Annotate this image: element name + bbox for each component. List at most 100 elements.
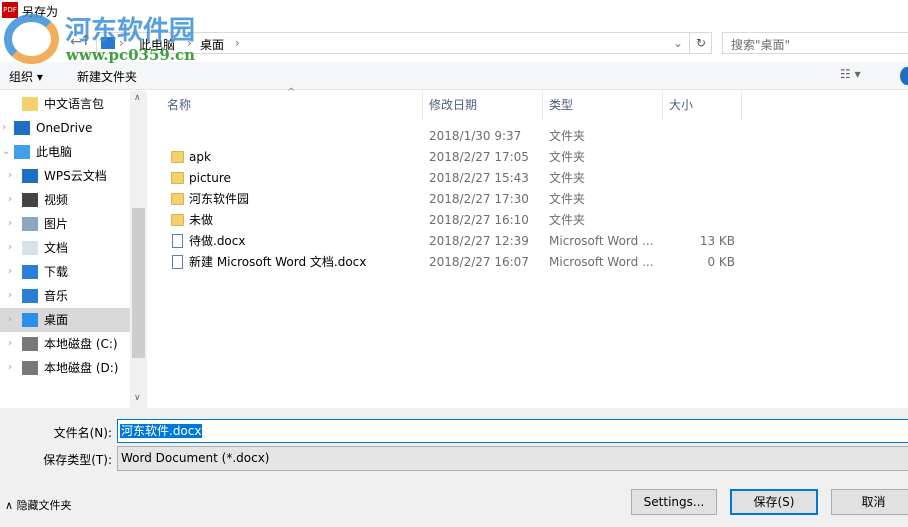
file-type: 文件夹 [549,150,586,164]
nav-item-label: 图片 [44,217,69,231]
file-type: 文件夹 [549,192,586,206]
expand-chevron-icon[interactable]: › [8,260,12,284]
search-input[interactable]: 搜索"桌面" [722,32,908,54]
watermark-url: www.pc0359.cn [66,46,196,64]
video-icon [22,193,38,207]
nav-scrollbar-thumb[interactable] [132,208,145,358]
nav-item[interactable]: › 下载 [0,260,130,284]
folder-icon [171,172,184,184]
word-document-icon [172,255,183,269]
file-type: Microsoft Word ... [549,234,654,248]
navigation-pane: 中文语言包 › OneDrive ⌄ 此电脑 › WPS云文档 › 视频 › 图片 › 文档 › 下载 › 音乐… [0,91,147,408]
folder-icon [171,214,184,226]
cancel-button[interactable]: 取消 [831,489,908,515]
refresh-icon[interactable]: ↻ [689,32,712,54]
nav-item-label: 本地磁盘 (C:) [44,337,118,351]
expand-chevron-icon[interactable]: ⌄ [2,140,10,164]
file-name: 未做 [189,213,214,227]
desktop-icon [22,313,38,327]
hide-folders-label: 隐藏文件夹 [16,499,72,512]
expand-chevron-icon[interactable]: › [8,164,12,188]
file-row[interactable]: 待做.docx 2018/2/27 12:39 Microsoft Word ...… [147,231,747,252]
nav-item[interactable]: › WPS云文档 [0,164,130,188]
file-row[interactable]: 未做 2018/2/27 16:10 文件夹 [147,210,747,231]
word-document-icon [172,234,183,248]
file-row[interactable]: 2018/1/30 9:37 文件夹 [147,126,747,147]
save-button[interactable]: 保存(S) [730,489,818,515]
file-date: 2018/2/27 12:39 [429,234,529,248]
chevron-down-icon[interactable]: ⌄ [673,36,683,50]
file-type: Microsoft Word ... [549,255,654,269]
file-row[interactable]: picture 2018/2/27 15:43 文件夹 [147,168,747,189]
expand-chevron-icon[interactable]: › [8,356,12,380]
expand-chevron-icon[interactable]: › [8,332,12,356]
chevron-up-icon: ∧ [5,499,17,512]
nav-item[interactable]: 中文语言包 [0,92,130,116]
expand-chevron-icon[interactable]: › [2,116,6,140]
organize-button[interactable]: 组织 ▾ [9,68,43,85]
file-name: 新建 Microsoft Word 文档.docx [189,255,367,269]
file-row[interactable]: apk 2018/2/27 17:05 文件夹 [147,147,747,168]
expand-chevron-icon[interactable]: › [8,284,12,308]
folder-icon [171,193,184,205]
filetype-label: 保存类型(T): [43,453,112,467]
nav-item-label: WPS云文档 [44,169,107,183]
column-header-size[interactable]: 大小 [663,91,742,120]
new-folder-button[interactable]: 新建文件夹 [77,68,137,85]
drive-icon [22,361,38,375]
nav-item[interactable]: ⌄ 此电脑 [0,140,130,164]
nav-item[interactable]: › 本地磁盘 (C:) [0,332,130,356]
filename-input[interactable]: 河东软件.docx [117,419,908,443]
file-size: 0 KB [707,255,735,269]
filetype-select[interactable]: Word Document (*.docx) [117,446,908,471]
nav-item[interactable]: › 文档 [0,236,130,260]
cloud-icon [22,169,38,183]
view-options-icon[interactable]: ☷ ▾ [840,67,861,81]
nav-item[interactable]: › 图片 [0,212,130,236]
nav-item-label: 本地磁盘 (D:) [44,361,119,375]
expand-chevron-icon[interactable]: › [8,188,12,212]
nav-item-label: 桌面 [44,313,69,327]
nav-item-label: 此电脑 [36,145,73,159]
nav-item-label: 中文语言包 [44,97,105,111]
settings-button[interactable]: Settings... [631,489,717,515]
file-date: 2018/2/27 15:43 [429,171,529,185]
filename-label: 文件名(N): [53,426,112,440]
watermark-name: 河东软件园 [65,16,196,46]
file-date: 2018/2/27 16:10 [429,213,529,227]
drive-icon [22,337,38,351]
file-list: ^ 名称 修改日期 类型 大小 2018/1/30 9:37 文件夹 apk 2018… [147,87,908,408]
filename-value: 河东软件.docx [120,424,203,438]
nav-item[interactable]: › 桌面 [0,308,130,332]
nav-item[interactable]: › 音乐 [0,284,130,308]
music-icon [22,289,38,303]
nav-item[interactable]: › OneDrive [0,116,130,140]
nav-item[interactable]: › 本地磁盘 (D:) [0,356,130,380]
file-date: 2018/1/30 9:37 [429,129,522,143]
file-type: 文件夹 [549,171,586,185]
column-header-name[interactable]: 名称 [161,91,423,120]
file-name: 待做.docx [189,234,246,248]
file-date: 2018/2/27 17:05 [429,150,529,164]
breadcrumb-desktop[interactable]: 桌面 [200,36,224,53]
folder-icon [171,151,184,163]
download-icon [22,265,38,279]
file-row[interactable]: 新建 Microsoft Word 文档.docx 2018/2/27 16:07… [147,252,747,273]
expand-chevron-icon[interactable]: › [8,236,12,260]
help-icon[interactable] [900,67,908,85]
expand-chevron-icon[interactable]: › [8,212,12,236]
nav-item-label: 下载 [44,265,69,279]
nav-item-label: 音乐 [44,289,69,303]
nav-item[interactable]: › 视频 [0,188,130,212]
picture-icon [22,217,38,231]
expand-chevron-icon[interactable]: › [8,308,12,332]
file-type: 文件夹 [549,213,586,227]
folder-icon [22,97,38,111]
file-date: 2018/2/27 16:07 [429,255,529,269]
nav-item-label: OneDrive [36,121,93,135]
hide-folders-toggle[interactable]: ∧ 隐藏文件夹 [5,497,72,513]
column-header-date[interactable]: 修改日期 [423,91,543,120]
column-header-type[interactable]: 类型 [543,91,663,120]
file-name: apk [189,150,211,164]
file-row[interactable]: 河东软件园 2018/2/27 17:30 文件夹 [147,189,747,210]
